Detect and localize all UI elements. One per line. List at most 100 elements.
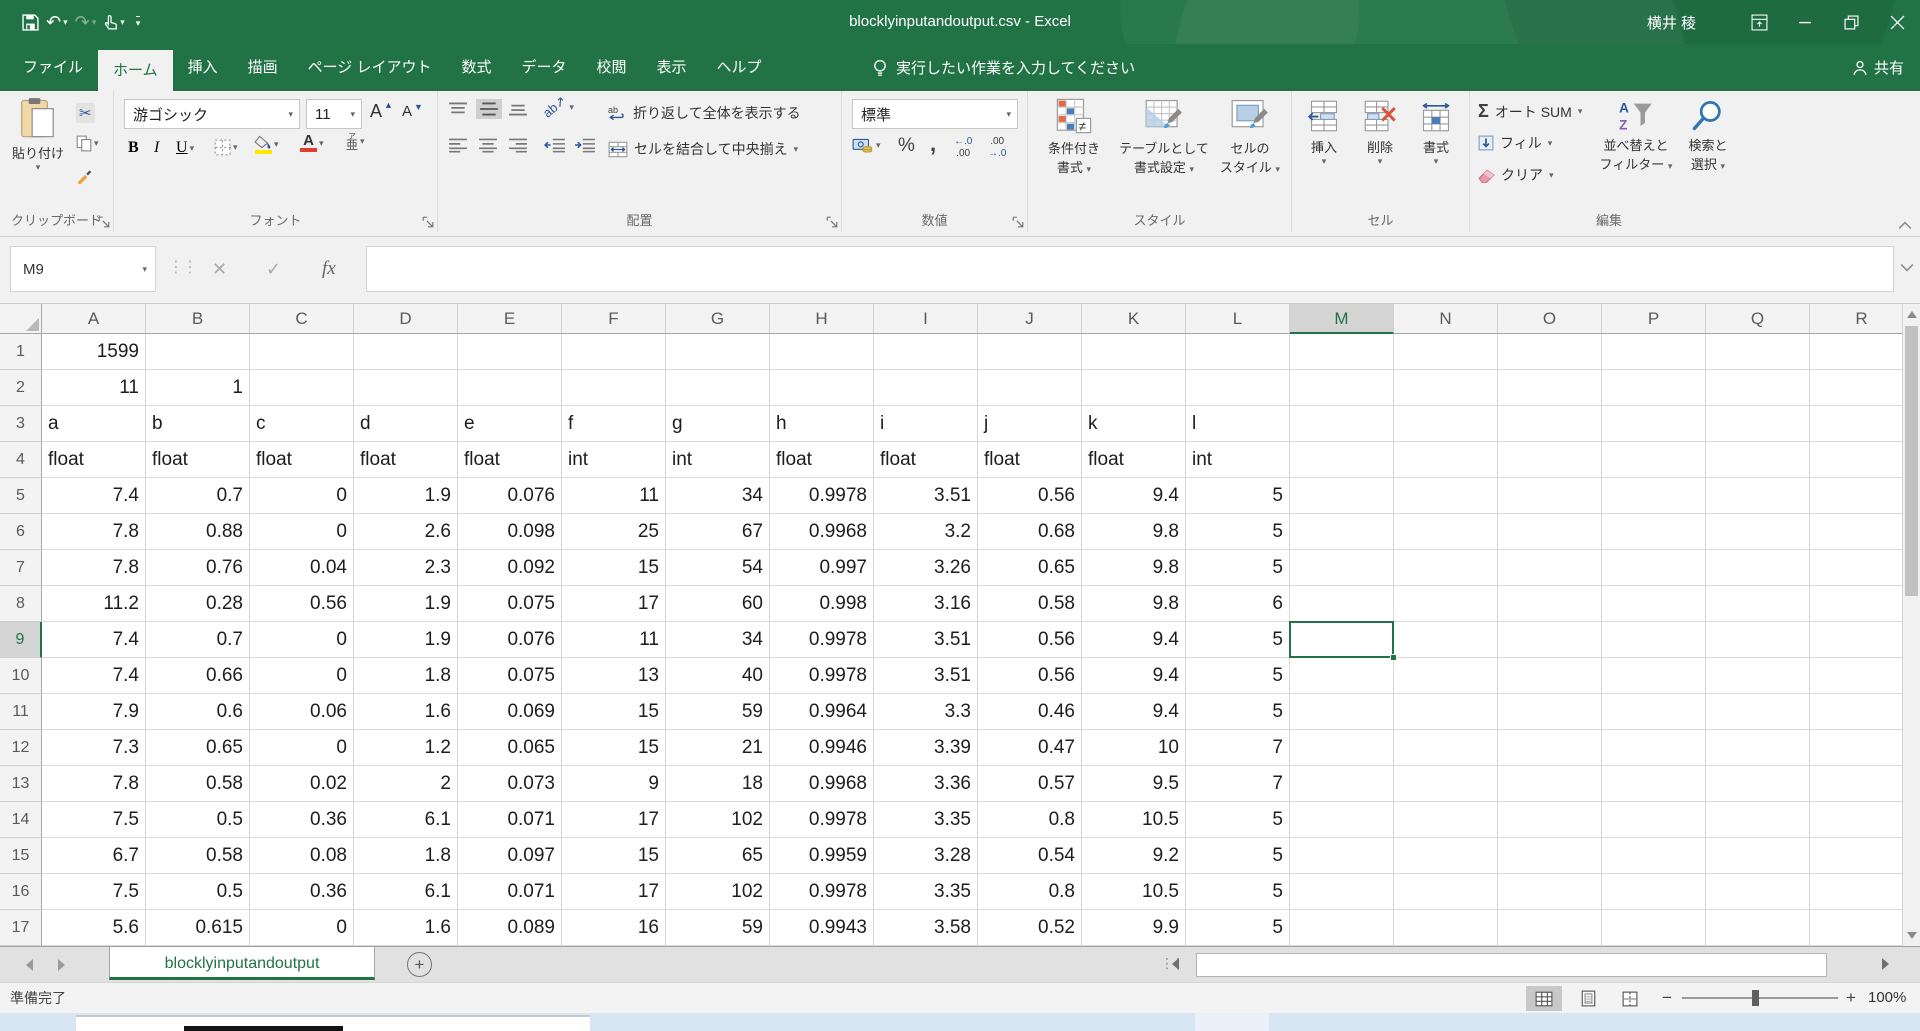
cell-D12[interactable]: 1.2 bbox=[354, 730, 458, 766]
cell-P4[interactable] bbox=[1602, 442, 1706, 478]
row-header-1[interactable]: 1 bbox=[0, 334, 42, 370]
cell-I4[interactable]: float bbox=[874, 442, 978, 478]
cell-N4[interactable] bbox=[1394, 442, 1498, 478]
hscroll-right-button[interactable] bbox=[1882, 958, 1889, 970]
cell-H11[interactable]: 0.9964 bbox=[770, 694, 874, 730]
cell-P14[interactable] bbox=[1602, 802, 1706, 838]
cell-P9[interactable] bbox=[1602, 622, 1706, 658]
cell-M3[interactable] bbox=[1290, 406, 1394, 442]
find-select-button[interactable]: 検索と 選択 ▾ bbox=[1676, 99, 1740, 173]
cell-J5[interactable]: 0.56 bbox=[978, 478, 1082, 514]
cell-H10[interactable]: 0.9978 bbox=[770, 658, 874, 694]
cell-H16[interactable]: 0.9978 bbox=[770, 874, 874, 910]
cell-E15[interactable]: 0.097 bbox=[458, 838, 562, 874]
cell-L8[interactable]: 6 bbox=[1186, 586, 1290, 622]
cell-N15[interactable] bbox=[1394, 838, 1498, 874]
cell-A10[interactable]: 7.4 bbox=[42, 658, 146, 694]
font-size-combo[interactable]: 11 ▾ bbox=[306, 99, 362, 129]
cell-D5[interactable]: 1.9 bbox=[354, 478, 458, 514]
row-header-7[interactable]: 7 bbox=[0, 550, 42, 586]
conditional-formatting-button[interactable]: ≠ 条件付き 書式 ▾ bbox=[1032, 97, 1116, 176]
cell-Q7[interactable] bbox=[1706, 550, 1810, 586]
align-center-button[interactable] bbox=[478, 137, 498, 153]
cell-O16[interactable] bbox=[1498, 874, 1602, 910]
cell-G4[interactable]: int bbox=[666, 442, 770, 478]
cell-G17[interactable]: 59 bbox=[666, 910, 770, 946]
cell-D15[interactable]: 1.8 bbox=[354, 838, 458, 874]
cell-E13[interactable]: 0.073 bbox=[458, 766, 562, 802]
cell-N2[interactable] bbox=[1394, 370, 1498, 406]
cell-F4[interactable]: int bbox=[562, 442, 666, 478]
cell-R7[interactable] bbox=[1810, 550, 1902, 586]
cell-E1[interactable] bbox=[458, 334, 562, 370]
row-header-2[interactable]: 2 bbox=[0, 370, 42, 406]
cell-G5[interactable]: 34 bbox=[666, 478, 770, 514]
cell-R4[interactable] bbox=[1810, 442, 1902, 478]
cell-E7[interactable]: 0.092 bbox=[458, 550, 562, 586]
cell-D6[interactable]: 2.6 bbox=[354, 514, 458, 550]
cell-Q17[interactable] bbox=[1706, 910, 1810, 946]
cell-P11[interactable] bbox=[1602, 694, 1706, 730]
cell-L5[interactable]: 5 bbox=[1186, 478, 1290, 514]
cell-R14[interactable] bbox=[1810, 802, 1902, 838]
cell-F16[interactable]: 17 bbox=[562, 874, 666, 910]
row-header-11[interactable]: 11 bbox=[0, 694, 42, 730]
font-name-combo[interactable]: 游ゴシック ▾ bbox=[124, 99, 300, 129]
column-header-J[interactable]: J bbox=[978, 304, 1082, 334]
cell-C15[interactable]: 0.08 bbox=[250, 838, 354, 874]
cell-M10[interactable] bbox=[1290, 658, 1394, 694]
cell-E11[interactable]: 0.069 bbox=[458, 694, 562, 730]
collapse-ribbon-button[interactable] bbox=[1898, 221, 1912, 230]
column-header-G[interactable]: G bbox=[666, 304, 770, 334]
cell-F15[interactable]: 15 bbox=[562, 838, 666, 874]
number-dialog-launcher[interactable] bbox=[1012, 216, 1024, 228]
cell-B15[interactable]: 0.58 bbox=[146, 838, 250, 874]
cell-N8[interactable] bbox=[1394, 586, 1498, 622]
cell-O1[interactable] bbox=[1498, 334, 1602, 370]
cell-B6[interactable]: 0.88 bbox=[146, 514, 250, 550]
cell-B8[interactable]: 0.28 bbox=[146, 586, 250, 622]
column-header-D[interactable]: D bbox=[354, 304, 458, 334]
bold-button[interactable]: B bbox=[128, 139, 139, 157]
cell-J12[interactable]: 0.47 bbox=[978, 730, 1082, 766]
cell-L12[interactable]: 7 bbox=[1186, 730, 1290, 766]
align-right-button[interactable] bbox=[508, 137, 528, 153]
cell-K13[interactable]: 9.5 bbox=[1082, 766, 1186, 802]
cell-Q14[interactable] bbox=[1706, 802, 1810, 838]
cell-G8[interactable]: 60 bbox=[666, 586, 770, 622]
cell-N5[interactable] bbox=[1394, 478, 1498, 514]
row-header-14[interactable]: 14 bbox=[0, 802, 42, 838]
cell-B2[interactable]: 1 bbox=[146, 370, 250, 406]
cell-E5[interactable]: 0.076 bbox=[458, 478, 562, 514]
tab-表示[interactable]: 表示 bbox=[642, 44, 702, 91]
font-color-button[interactable]: A ▾ bbox=[300, 135, 324, 152]
cell-M6[interactable] bbox=[1290, 514, 1394, 550]
cell-B14[interactable]: 0.5 bbox=[146, 802, 250, 838]
cell-I17[interactable]: 3.58 bbox=[874, 910, 978, 946]
normal-view-button[interactable] bbox=[1526, 986, 1562, 1011]
tab-データ[interactable]: データ bbox=[507, 44, 582, 91]
cell-N6[interactable] bbox=[1394, 514, 1498, 550]
vertical-scroll-thumb[interactable] bbox=[1905, 326, 1918, 596]
zoom-slider[interactable] bbox=[1682, 997, 1838, 999]
cell-E6[interactable]: 0.098 bbox=[458, 514, 562, 550]
orientation-button[interactable]: ab↗ ▾ bbox=[542, 99, 574, 115]
cell-R17[interactable] bbox=[1810, 910, 1902, 946]
cell-F17[interactable]: 16 bbox=[562, 910, 666, 946]
cell-B13[interactable]: 0.58 bbox=[146, 766, 250, 802]
column-header-C[interactable]: C bbox=[250, 304, 354, 334]
cell-B5[interactable]: 0.7 bbox=[146, 478, 250, 514]
cell-L16[interactable]: 5 bbox=[1186, 874, 1290, 910]
cell-R15[interactable] bbox=[1810, 838, 1902, 874]
cell-N9[interactable] bbox=[1394, 622, 1498, 658]
cell-J4[interactable]: float bbox=[978, 442, 1082, 478]
cell-B17[interactable]: 0.615 bbox=[146, 910, 250, 946]
cell-C3[interactable]: c bbox=[250, 406, 354, 442]
zoom-out-button[interactable]: − bbox=[1662, 983, 1672, 1013]
tab-ホーム[interactable]: ホーム bbox=[98, 50, 173, 91]
cell-C6[interactable]: 0 bbox=[250, 514, 354, 550]
cell-C1[interactable] bbox=[250, 334, 354, 370]
cell-C2[interactable] bbox=[250, 370, 354, 406]
cell-A8[interactable]: 11.2 bbox=[42, 586, 146, 622]
column-header-K[interactable]: K bbox=[1082, 304, 1186, 334]
